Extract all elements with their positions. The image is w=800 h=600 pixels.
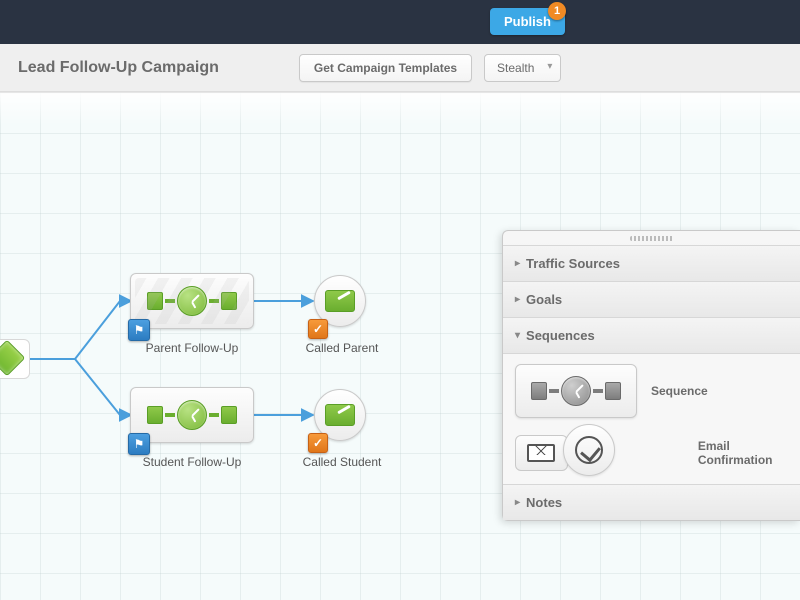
check-icon: ✓ <box>308 319 328 339</box>
palette-panel[interactable]: Traffic Sources Goals Sequences Sequence… <box>502 230 800 521</box>
sequence-icon <box>531 376 621 406</box>
note-edit-icon <box>325 290 355 312</box>
sequence-node-parent-label: Parent Follow-Up <box>122 341 262 355</box>
sequence-node-student-label: Student Follow-Up <box>122 455 262 469</box>
header: Lead Follow-Up Campaign Get Campaign Tem… <box>0 44 800 92</box>
check-icon: ✓ <box>308 433 328 453</box>
goal-node-student-label: Called Student <box>272 455 412 469</box>
confirm-check-icon <box>563 424 615 476</box>
page-title: Lead Follow-Up Campaign <box>18 59 219 77</box>
palette-item-email-confirmation[interactable]: Email Confirmation <box>515 432 788 474</box>
panel-drag-handle[interactable] <box>503 231 800 245</box>
sequence-icon <box>147 400 237 430</box>
accordion-traffic-sources[interactable]: Traffic Sources <box>503 245 800 281</box>
sequence-icon <box>147 286 237 316</box>
mode-dropdown[interactable]: Stealth <box>484 54 561 82</box>
accordion-goals[interactable]: Goals <box>503 281 800 317</box>
get-templates-button[interactable]: Get Campaign Templates <box>299 54 472 82</box>
flag-icon: ⚑ <box>128 433 150 455</box>
flag-icon: ⚑ <box>128 319 150 341</box>
note-edit-icon <box>325 404 355 426</box>
goal-node-parent-label: Called Parent <box>272 341 412 355</box>
accordion-notes[interactable]: Notes <box>503 484 800 520</box>
palette-item-email-confirmation-label: Email Confirmation <box>698 439 788 467</box>
palette-item-sequence[interactable]: Sequence <box>515 364 788 418</box>
publish-count-badge: 1 <box>548 2 566 20</box>
topbar: Publish 1 <box>0 0 800 44</box>
palette-item-sequence-label: Sequence <box>651 384 708 398</box>
envelope-icon <box>515 435 568 471</box>
accordion-sequences[interactable]: Sequences <box>503 317 800 353</box>
accordion-sequences-body: Sequence Email Confirmation <box>503 353 800 484</box>
